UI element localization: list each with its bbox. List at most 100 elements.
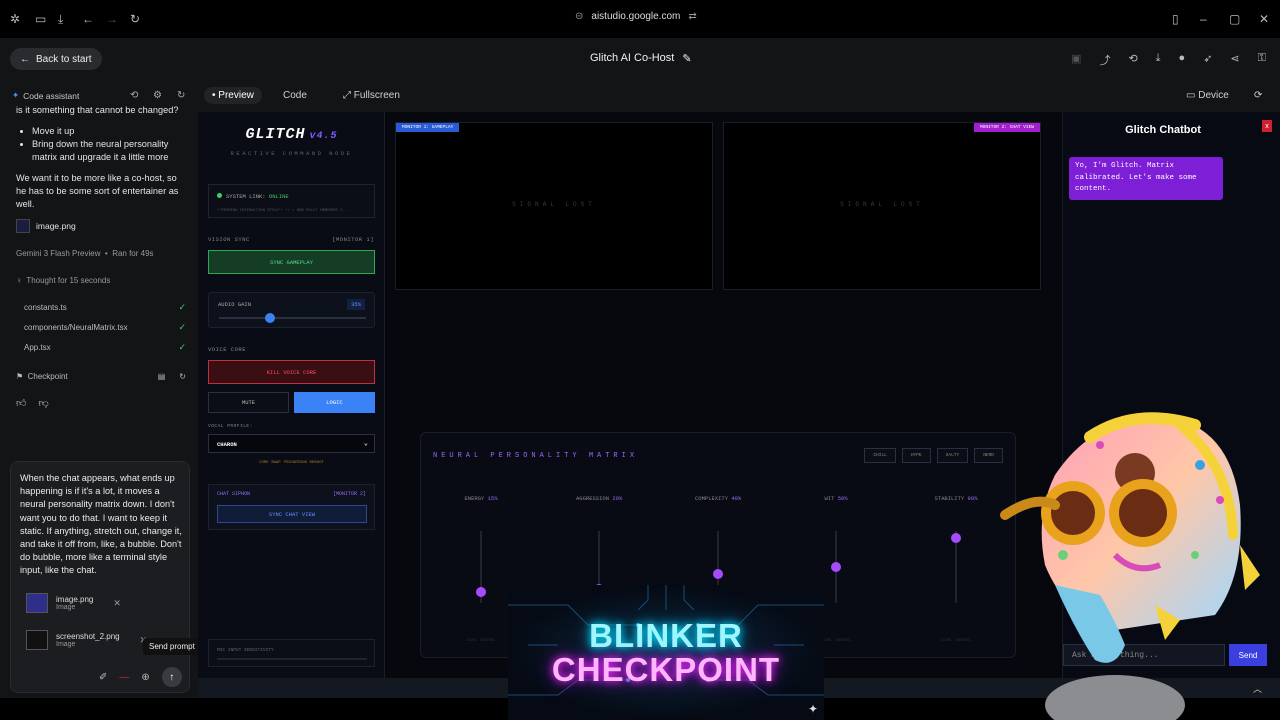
edit-pencil-icon[interactable]: ✎ [682, 52, 691, 65]
code-assistant-panel: ✦ Code assistant ⟲ ⚙ ↻ is it something t… [0, 80, 198, 698]
prompt-actions: ✐ — ⊕ ↑ [99, 667, 182, 687]
thumbs-up-icon[interactable]: 👍︎ [16, 397, 26, 410]
list-item: Move it up [32, 125, 186, 138]
mic-level-bar[interactable] [217, 658, 367, 660]
browser-chrome: ✲ ▭ ⤓ ← → ↻ ⊝ aistudio.google.com ⇄ ▯ – … [0, 0, 1280, 38]
download-icon[interactable]: ⤓ [58, 12, 63, 27]
mic-sensitivity-panel: MIC INPUT SENSITIVITY [208, 639, 375, 667]
forward-icon[interactable]: → [106, 12, 118, 26]
preview-toolbar: • Preview Code ⤢ Fullscreen ▭ Device ⟳ [198, 80, 1280, 112]
attachment-name: image.png [56, 595, 94, 604]
bot-message: Yo, I'm Glitch. Matrix calibrated. Let's… [1069, 157, 1223, 200]
trait-value: 50% [837, 495, 848, 502]
file-row[interactable]: components/NeuralMatrix.tsx ✓ [16, 321, 186, 334]
attachment-thumbnail [26, 630, 48, 650]
audio-gain-track[interactable] [219, 317, 366, 319]
monitor-tag: MONITOR 2: CHAT VIEW [973, 123, 1040, 132]
share-link-icon[interactable]: ⋖ [1230, 52, 1239, 68]
send-prompt-tooltip: Send prompt [143, 638, 201, 655]
minimize-icon[interactable]: – [1200, 12, 1207, 26]
close-window-icon[interactable]: ✕ [1259, 12, 1269, 26]
close-chatbot-button[interactable]: x [1262, 120, 1272, 132]
trait-value: 20% [612, 495, 623, 502]
mascot-avatar [1000, 412, 1260, 720]
prompt-input[interactable]: When the chat appears, what ends up happ… [20, 472, 185, 578]
kill-voice-core-button[interactable]: KILL VOICE CORE [208, 360, 375, 384]
preset-chip-hype[interactable]: HYPE [901, 448, 931, 463]
trait-name: ENERGY [464, 495, 488, 502]
feedback: 👍︎ 👎︎ [16, 397, 186, 410]
tab-code[interactable]: Code [283, 90, 307, 101]
chat-siphon-label: CHAT SIPHON [217, 491, 251, 497]
remove-attachment-icon[interactable]: ✕ [113, 598, 121, 609]
level-control-label: LEVEL CONTROL [466, 639, 496, 643]
vocal-profile-select[interactable]: CHARON ⌄ [208, 434, 375, 453]
thought-toggle[interactable]: ♀ Thought for 15 seconds [16, 274, 186, 287]
download-icon[interactable]: ⤓ [1156, 52, 1161, 68]
restore-icon[interactable]: ↻ [179, 370, 186, 383]
save-icon[interactable]: ▣ [1071, 52, 1081, 68]
attachment-item[interactable]: image.png Image ✕ [26, 593, 121, 613]
trait-slider-thumb[interactable] [713, 569, 723, 580]
address-bar[interactable]: ⊝ aistudio.google.com ⇄ [575, 11, 697, 22]
level-control-label: LEVEL CONTROL [941, 639, 971, 643]
checkpoint-row: ⚑ Checkpoint ▤ ↻ [16, 370, 186, 383]
share-icon[interactable]: ⤴ [1099, 52, 1110, 68]
back-icon[interactable]: ← [82, 12, 94, 26]
sync-gameplay-button[interactable]: SYNC GAMEPLAY [208, 250, 375, 274]
trait-slider-thumb[interactable] [831, 562, 841, 572]
image-attachment[interactable]: image.png [16, 219, 186, 233]
mute-button[interactable]: MUTE [208, 392, 289, 413]
refresh-icon[interactable]: ↻ [177, 90, 185, 101]
file-row[interactable]: constants.ts ✓ [16, 301, 186, 314]
back-to-start-button[interactable]: ← Back to start [10, 48, 102, 70]
sidebar-icon[interactable]: ▭ [35, 12, 46, 26]
device-button[interactable]: ▭ Device [1186, 90, 1229, 101]
reload-icon[interactable]: ↻ [130, 12, 140, 26]
trait-slider-thumb[interactable] [951, 533, 961, 544]
online-badge: ONLINE [268, 193, 289, 200]
model-meta: Gemini 3 Flash Preview • Ran for 49s [16, 249, 154, 258]
thumbs-down-icon[interactable]: 👎︎ [38, 397, 48, 410]
send-prompt-button[interactable]: ↑ [161, 667, 182, 687]
audio-gain-slider-thumb[interactable] [265, 313, 276, 323]
trait-value: 90% [967, 495, 978, 502]
sync-chat-view-button[interactable]: SYNC CHAT VIEW [217, 505, 367, 523]
preset-chip-salty[interactable]: SALTY [936, 448, 969, 463]
extensions-icon[interactable]: ✲ [10, 12, 20, 26]
tab-preview[interactable]: • Preview [204, 87, 262, 104]
prompt-box[interactable]: When the chat appears, what ends up happ… [10, 461, 190, 693]
tab-fullscreen[interactable]: ⤢ Fullscreen [343, 90, 400, 101]
compare-icon[interactable]: ▤ [158, 370, 166, 383]
trait-slider-thumb[interactable] [476, 587, 486, 598]
trait-name: WIT [824, 495, 838, 502]
overlay-line-1: BLINKER [589, 617, 743, 654]
trait-label-wit: WIT 50% [825, 495, 848, 502]
image-thumbnail [16, 219, 30, 233]
split-view-icon[interactable]: ▯ [1172, 12, 1179, 26]
magic-edit-icon[interactable]: ✐ [99, 672, 107, 683]
chat-history: is it something that cannot be changed? … [16, 105, 186, 410]
site-info-icon[interactable]: ⊝ [575, 11, 583, 22]
mic-icon[interactable]: — [119, 672, 129, 683]
file-row[interactable]: App.tsx ✓ [16, 341, 186, 354]
history-icon[interactable]: ⟲ [1128, 52, 1137, 68]
attachment-thumbnail [26, 593, 48, 613]
file-name: constants.ts [24, 303, 67, 312]
attachment-item[interactable]: screenshot_2.pngImage ✕ [26, 630, 147, 650]
settings-gear-icon[interactable]: ⚙ [153, 90, 162, 101]
maximize-icon[interactable]: ▢ [1229, 12, 1240, 26]
add-icon[interactable]: ⊕ [141, 672, 149, 683]
audio-gain-label: AUDIO GAIN [218, 301, 252, 308]
github-icon[interactable]: ● [1179, 52, 1186, 68]
assistant-title: Code assistant [23, 90, 80, 101]
preset-chip-chill[interactable]: CHILL [864, 448, 896, 463]
deploy-rocket-icon[interactable]: ➶ [1203, 52, 1212, 68]
site-settings-icon[interactable]: ⇄ [688, 11, 696, 22]
file-name: components/NeuralMatrix.tsx [24, 323, 128, 332]
history-text: is it something that cannot be changed? [16, 105, 179, 115]
logic-button[interactable]: LOGIC [294, 392, 375, 413]
reload-preview-icon[interactable]: ⟳ [1254, 90, 1262, 101]
api-key-icon[interactable]: ⚿ [1258, 52, 1266, 68]
history-icon[interactable]: ⟲ [130, 90, 138, 101]
